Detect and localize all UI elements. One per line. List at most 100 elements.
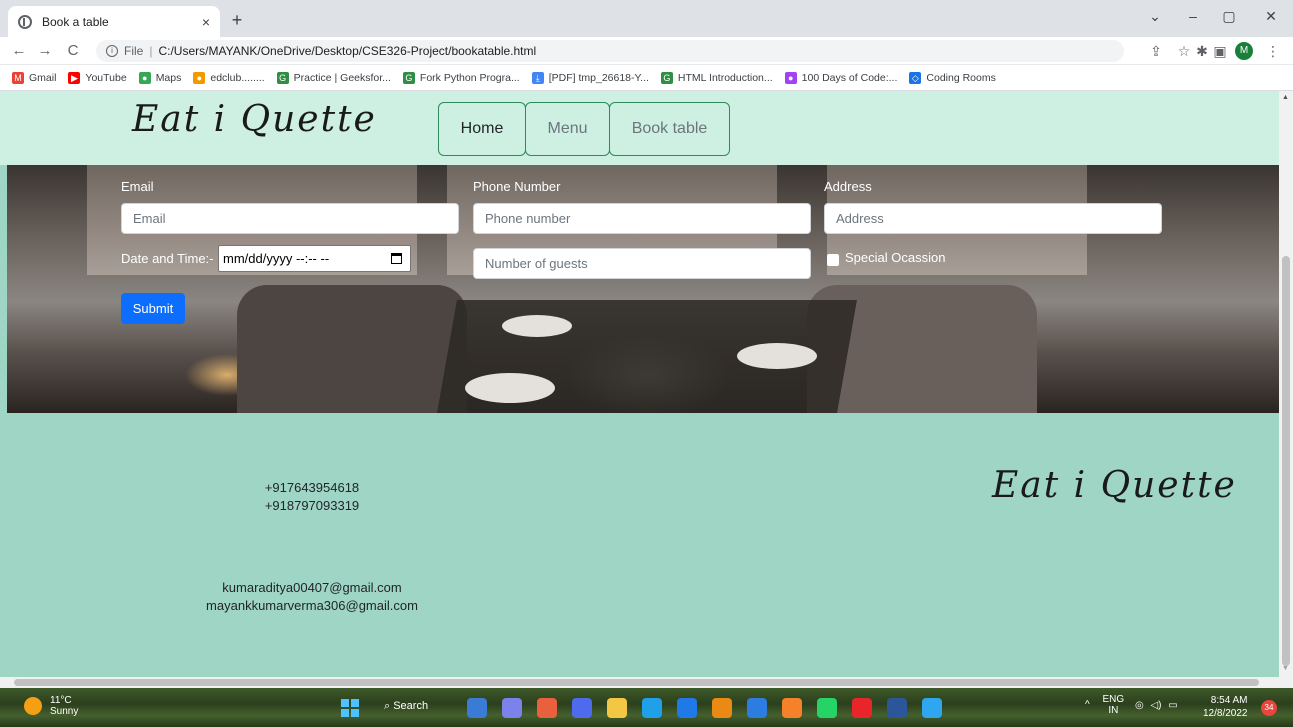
bookmark-item[interactable]: G HTML Introduction... [660, 71, 773, 84]
browser-toolbar: ← → C i File | C:/Users/MAYANK/OneDrive/… [0, 37, 1293, 65]
nav-home[interactable]: Home [438, 102, 526, 156]
phone-input[interactable]: Phone number [473, 203, 811, 234]
nav-menu[interactable]: Menu [525, 102, 610, 156]
page-viewport: Eat i Quette Home Menu Book table Email … [0, 91, 1293, 688]
nav-book-table[interactable]: Book table [609, 102, 730, 156]
system-tray[interactable]: ^ ENG IN ◎ ◁) ▭ [1085, 694, 1178, 716]
weather-temp: 11°C [50, 695, 72, 706]
profile-avatar[interactable]: M [1235, 42, 1253, 60]
address-input[interactable]: Address [824, 203, 1162, 234]
bookmark-favicon-icon: ⤓ [531, 71, 544, 84]
weather-condition: Sunny [50, 706, 79, 717]
bookmark-favicon-icon: G [276, 71, 289, 84]
background-chair [237, 285, 467, 413]
new-tab-button[interactable]: + [224, 9, 250, 33]
footer-logo: Eat i Quette [992, 465, 1237, 506]
globe-icon [18, 14, 32, 29]
bookmark-item[interactable]: ● 100 Days of Code:... [784, 71, 897, 84]
share-icon[interactable]: ⇪ [1147, 42, 1165, 60]
clock-time: 8:54 AM [1210, 695, 1248, 706]
taskbar-app-icon[interactable] [782, 698, 802, 718]
scrollbar-thumb[interactable] [14, 679, 1259, 686]
taskbar-app-icon[interactable] [922, 698, 942, 718]
calendar-icon[interactable] [391, 253, 402, 264]
horizontal-scrollbar[interactable] [0, 677, 1279, 688]
bookmark-label: Maps [155, 71, 182, 84]
background-plate [502, 315, 572, 337]
site-header: Eat i Quette Home Menu Book table [0, 91, 1279, 165]
taskbar-app-icon[interactable] [817, 698, 837, 718]
language-code: ENG [1102, 694, 1125, 705]
bookmark-item[interactable]: ▶ YouTube [68, 71, 127, 84]
network-icon[interactable]: ◎ [1135, 700, 1144, 711]
taskbar-app-icon[interactable] [852, 698, 872, 718]
taskbar-app-icon[interactable] [607, 698, 627, 718]
booking-hero: Email Email Phone Number Phone number Ad… [7, 165, 1279, 413]
bookmark-item[interactable]: ● Maps [138, 71, 182, 84]
taskbar-app-icon[interactable] [677, 698, 697, 718]
language-region: IN [1108, 705, 1119, 716]
reload-icon[interactable]: C [62, 42, 84, 60]
back-icon[interactable]: ← [8, 42, 30, 60]
email-input[interactable]: Email [121, 203, 459, 234]
vertical-scrollbar[interactable]: ▲ ▼ [1279, 91, 1293, 688]
close-window-button[interactable]: ✕ [1251, 8, 1291, 25]
address-scheme: File [124, 44, 144, 58]
taskbar-app-icon[interactable] [572, 698, 592, 718]
taskbar-app-icon[interactable] [887, 698, 907, 718]
address-label: Address [824, 179, 872, 194]
menu-kebab-icon[interactable]: ⋮ [1264, 42, 1282, 60]
weather-widget[interactable]: 11°C Sunny [24, 695, 78, 717]
forward-icon[interactable]: → [34, 42, 56, 60]
taskbar-app-icon[interactable] [747, 698, 767, 718]
footer-email: mayankkumarverma306@gmail.com [206, 598, 418, 613]
bookmark-item[interactable]: ◇ Coding Rooms [909, 71, 996, 84]
bookmark-favicon-icon: ● [138, 71, 151, 84]
address-url: C:/Users/MAYANK/OneDrive/Desktop/CSE326-… [158, 44, 537, 58]
volume-icon[interactable]: ◁) [1150, 700, 1161, 711]
bookmark-item[interactable]: G Fork Python Progra... [402, 71, 520, 84]
email-label: Email [121, 179, 154, 194]
notification-badge[interactable]: 34 [1261, 700, 1277, 716]
taskbar-app-icon[interactable] [502, 698, 522, 718]
info-icon[interactable]: i [106, 45, 118, 57]
restore-button[interactable]: ▢ [1209, 8, 1249, 25]
tab-search-icon[interactable]: ⌄ [1135, 8, 1175, 25]
scrollbar-thumb[interactable] [1282, 256, 1290, 666]
datetime-input[interactable]: mm/dd/yyyy --:-- -- [218, 245, 411, 272]
browser-tab[interactable]: Book a table × [8, 6, 220, 37]
guests-input[interactable]: Number of guests [473, 248, 811, 279]
taskbar-app-icon[interactable] [537, 698, 557, 718]
special-occasion-checkbox[interactable] [827, 254, 839, 266]
bookmark-label: edclub........ [210, 71, 265, 84]
minimize-button[interactable]: – [1173, 8, 1213, 24]
battery-icon[interactable]: ▭ [1168, 700, 1177, 711]
bookmark-item[interactable]: ⤓ [PDF] tmp_26618-Y... [531, 71, 649, 84]
extensions-icon[interactable]: ✱ [1193, 42, 1211, 60]
clock-date: 12/8/2022 [1203, 708, 1248, 719]
submit-button[interactable]: Submit [121, 293, 185, 324]
bookmark-favicon-icon: G [660, 71, 673, 84]
clock[interactable]: 8:54 AM 12/8/2022 [1203, 694, 1248, 720]
footer-phone: +917643954618 [264, 480, 360, 495]
taskbar-app-icon[interactable] [712, 698, 732, 718]
bookmark-star-icon[interactable]: ☆ [1175, 42, 1193, 60]
bookmark-favicon-icon: ◇ [909, 71, 922, 84]
scroll-up-icon[interactable]: ▲ [1282, 94, 1289, 101]
tab-title: Book a table [42, 14, 109, 29]
sun-icon [24, 697, 42, 715]
side-panel-icon[interactable]: ▣ [1211, 42, 1229, 60]
close-tab-icon[interactable]: × [202, 14, 210, 30]
taskbar-search[interactable]: ⌕ Search [384, 700, 428, 713]
site-logo[interactable]: Eat i Quette [132, 99, 377, 140]
bookmark-item[interactable]: M Gmail [12, 71, 56, 84]
taskbar-app-icon[interactable] [642, 698, 662, 718]
windows-start-icon[interactable] [341, 699, 359, 717]
tray-overflow-icon[interactable]: ^ [1085, 700, 1090, 711]
bookmark-item[interactable]: ● edclub........ [193, 71, 265, 84]
datetime-value: mm/dd/yyyy --:-- -- [223, 251, 330, 266]
address-bar[interactable]: i File | C:/Users/MAYANK/OneDrive/Deskto… [96, 40, 1124, 62]
bookmark-item[interactable]: G Practice | Geeksfor... [276, 71, 391, 84]
taskbar-app-icon[interactable] [467, 698, 487, 718]
scroll-down-icon[interactable]: ▼ [1282, 665, 1289, 672]
